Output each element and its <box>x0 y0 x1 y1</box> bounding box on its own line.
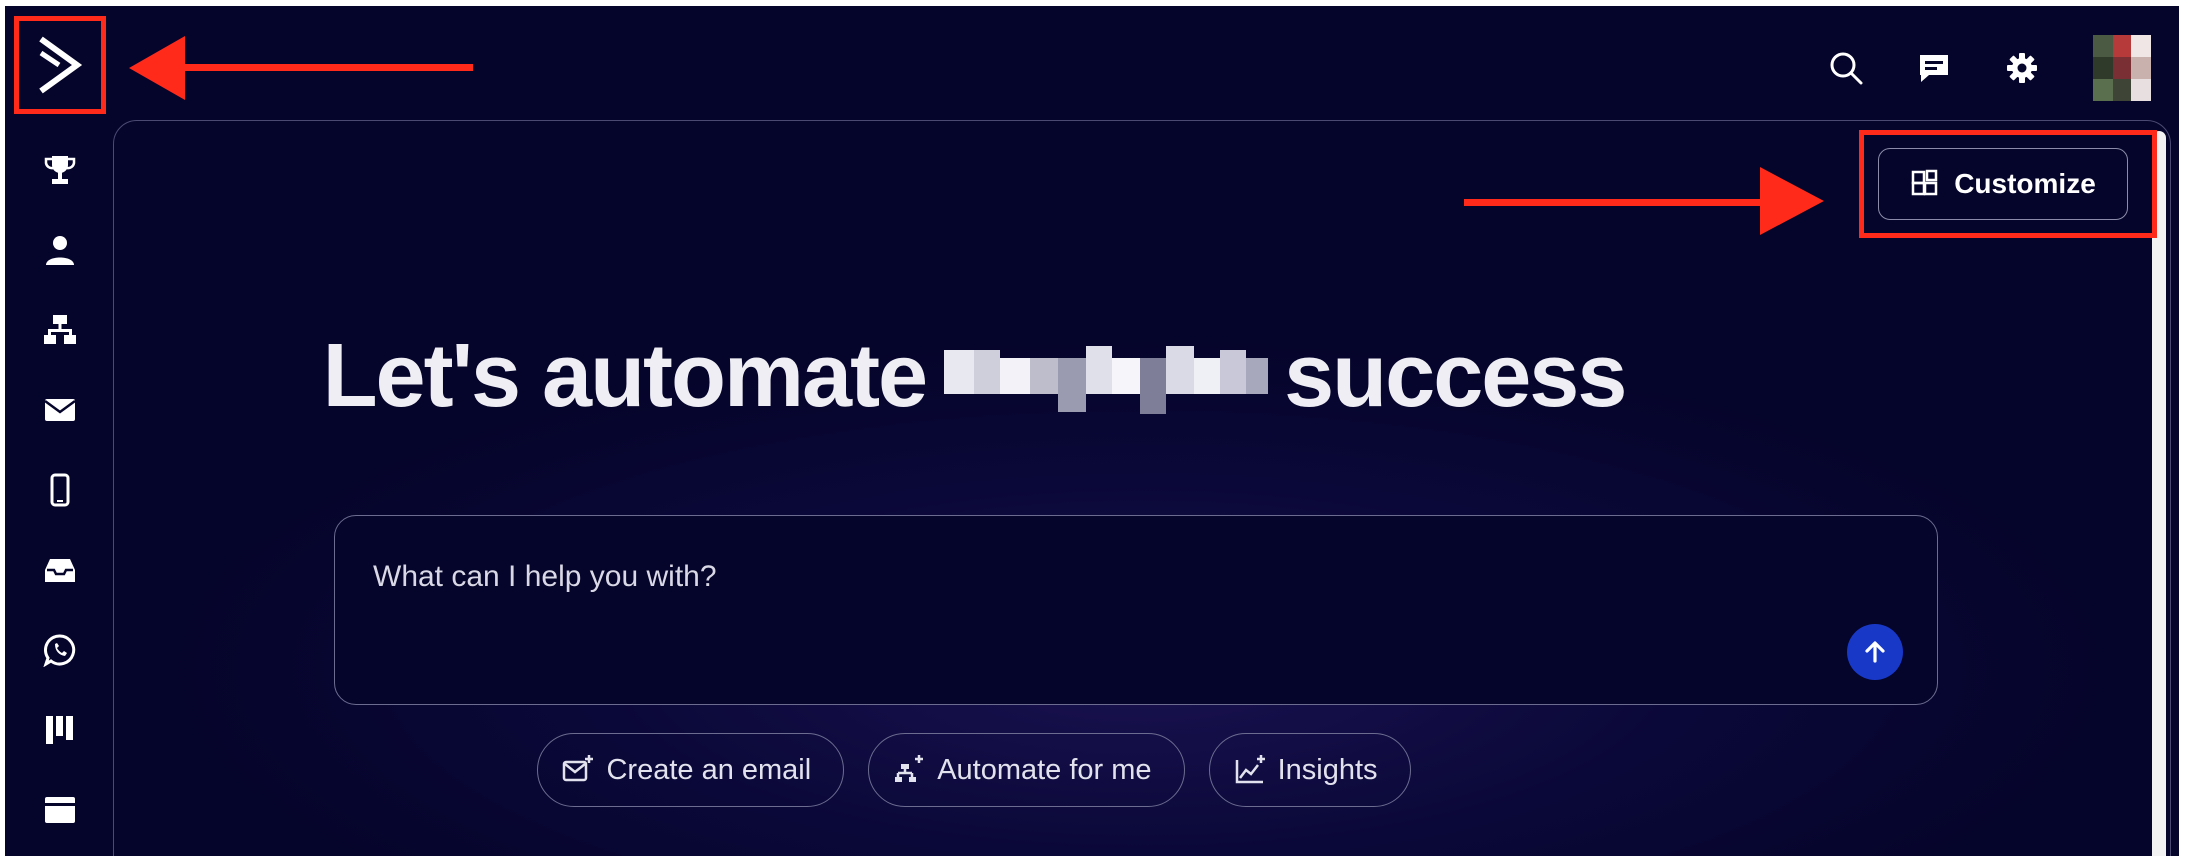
activecampaign-logo-icon[interactable] <box>37 35 83 95</box>
sidebar-item-whatsapp-icon[interactable] <box>36 626 84 674</box>
headline-end: success <box>1284 326 1627 426</box>
chip-label: Automate for me <box>937 753 1152 786</box>
main-panel: Customize Let's automate success What ca… <box>113 120 2171 856</box>
send-button[interactable] <box>1847 624 1903 680</box>
app-window: Customize Let's automate success What ca… <box>5 6 2179 856</box>
arrow-up-icon <box>1865 641 1885 663</box>
sidebar-item-trophy-icon[interactable] <box>36 146 84 194</box>
annotation-arrow-right <box>1464 167 1824 235</box>
page-headline: Let's automate success <box>114 325 1834 428</box>
prompt-box <box>334 515 1938 705</box>
chip-automate-for-me[interactable]: Automate for me <box>868 733 1185 807</box>
sidebar-item-email-icon[interactable] <box>36 386 84 434</box>
chip-insights[interactable]: Insights <box>1208 733 1411 807</box>
settings-icon[interactable] <box>2005 51 2039 85</box>
sidebar-item-mobile-icon[interactable] <box>36 466 84 514</box>
automation-sparkle-icon <box>895 755 924 782</box>
sidebar-item-deals-pipeline-icon[interactable] <box>36 706 84 754</box>
customize-button[interactable]: Customize <box>1878 148 2128 220</box>
redacted-account-name <box>940 328 1271 426</box>
sidebar-item-inbox-icon[interactable] <box>36 546 84 594</box>
chip-create-email[interactable]: Create an email <box>537 733 845 807</box>
sidebar-item-automation-icon[interactable] <box>36 306 84 354</box>
chat-icon[interactable] <box>1917 51 1951 85</box>
sidebar-nav <box>5 146 115 856</box>
sidebar-item-website-icon[interactable] <box>36 786 84 834</box>
chip-label: Create an email <box>606 753 812 786</box>
widgets-icon <box>1911 169 1938 196</box>
scrollbar[interactable] <box>2152 131 2166 856</box>
sidebar-item-contacts-icon[interactable] <box>36 226 84 274</box>
suggestion-chips: Create an email Automate for me Insights <box>114 733 1834 807</box>
top-toolbar <box>1829 28 2151 108</box>
chart-sparkle-icon <box>1235 755 1265 784</box>
logo-highlight-box <box>14 16 106 114</box>
headline-start: Let's automate <box>322 326 929 426</box>
user-avatar[interactable] <box>2093 35 2151 101</box>
customize-label: Customize <box>1954 168 2096 199</box>
annotation-arrow-left <box>129 36 473 100</box>
search-icon[interactable] <box>1829 51 1863 85</box>
email-sparkle-icon <box>563 755 594 782</box>
chip-label: Insights <box>1277 753 1378 786</box>
prompt-input[interactable] <box>371 556 1825 598</box>
